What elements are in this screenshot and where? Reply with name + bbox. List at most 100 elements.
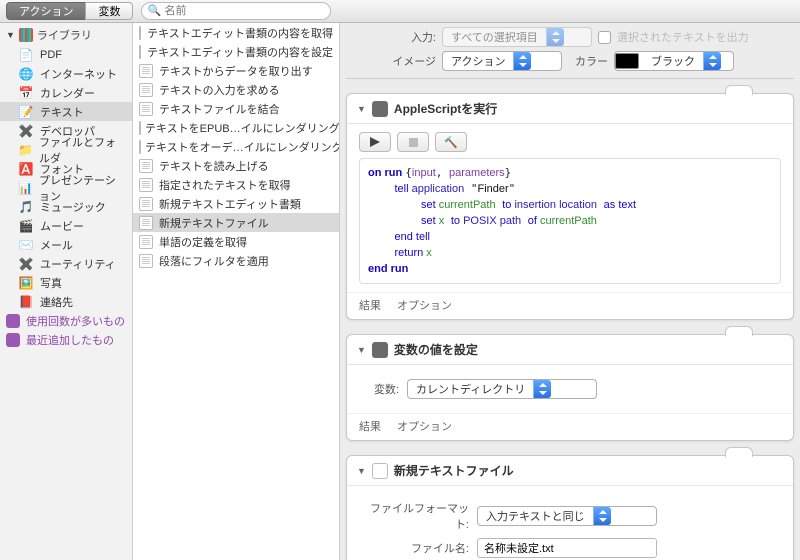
filename-label: ファイル名: [359, 540, 469, 556]
action-icon [139, 83, 153, 97]
compile-script-button[interactable]: 🔨 [435, 132, 467, 152]
input-select[interactable]: すべての選択項目 [442, 27, 592, 47]
image-select[interactable]: アクション [442, 51, 562, 71]
options-tab[interactable]: オプション [397, 297, 452, 313]
format-label: ファイルフォーマット: [359, 500, 469, 532]
action-label: 指定されたテキストを取得 [159, 177, 291, 193]
library-item-icon: ✖️ [18, 123, 34, 139]
format-select[interactable]: 入力テキストと同じ [477, 506, 657, 526]
action-item[interactable]: テキストエディット書類の内容を設定 [133, 42, 339, 61]
action-item[interactable]: 指定されたテキストを取得 [133, 175, 339, 194]
tab-variables[interactable]: 変数 [85, 2, 133, 20]
results-tab[interactable]: 結果 [359, 297, 381, 313]
step-run-applescript[interactable]: ▼ AppleScriptを実行 🔨 on run {input, parame… [346, 93, 794, 320]
image-label: イメージ [352, 53, 436, 69]
action-item[interactable]: 新規テキストエディット書類 [133, 194, 339, 213]
step-new-text-file[interactable]: ▼ 新規テキストファイル ファイルフォーマット: 入力テキストと同じ ファイル名… [346, 455, 794, 560]
applescript-icon [372, 101, 388, 117]
library-item-icon: 🎵 [18, 199, 34, 215]
library-item[interactable]: 📊プレゼンテーション [0, 178, 132, 197]
output-selected-text-label: 選択されたテキストを出力 [617, 29, 749, 45]
action-item[interactable]: テキストファイルを結合 [133, 99, 339, 118]
action-item[interactable]: テキストをEPUB…イルにレンダリング [133, 118, 339, 137]
step-set-variable[interactable]: ▼ 変数の値を設定 変数: カレントディレクトリ 結果 オプション [346, 334, 794, 441]
library-tabs: アクション 変数 [6, 2, 133, 20]
action-list: テキストエディット書類の内容を取得テキストエディット書類の内容を設定テキストから… [133, 23, 340, 560]
action-item[interactable]: テキストをオーデ…イルにレンダリング [133, 137, 339, 156]
library-item[interactable]: ✖️ユーティリティ [0, 254, 132, 273]
action-icon [139, 178, 153, 192]
stop-script-button[interactable] [397, 132, 429, 152]
action-item[interactable]: テキストを読み上げる [133, 156, 339, 175]
library-item-icon: 🌐 [18, 66, 34, 82]
options-tab[interactable]: オプション [397, 418, 452, 434]
tab-actions[interactable]: アクション [6, 2, 85, 20]
library-item[interactable]: 📅 カレンダー [0, 83, 132, 102]
library-icon [19, 28, 33, 42]
action-label: テキストエディット書類の内容を設定 [147, 44, 333, 60]
library-item-label: インターネット [40, 66, 117, 82]
workflow-canvas[interactable]: 入力: すべての選択項目 選択されたテキストを出力 イメージ アクション カラー… [340, 23, 800, 560]
library-item-icon: 📅 [18, 85, 34, 101]
disclosure-triangle-icon[interactable]: ▼ [357, 466, 366, 476]
action-label: テキストの入力を求める [159, 82, 280, 98]
disclosure-triangle-icon[interactable]: ▼ [357, 104, 366, 114]
action-label: テキストを読み上げる [159, 158, 269, 174]
library-item-icon: 🎬 [18, 218, 34, 234]
action-item[interactable]: テキストからデータを取り出す [133, 61, 339, 80]
action-item[interactable]: 単語の定義を取得 [133, 232, 339, 251]
library-item[interactable]: 🎬 ムービー [0, 216, 132, 235]
input-label: 入力: [352, 29, 436, 45]
library-item-label: ムービー [40, 218, 84, 234]
library-item[interactable]: ✉️ メール [0, 235, 132, 254]
color-label: カラー [568, 53, 608, 69]
action-icon [139, 254, 153, 268]
search-icon: 🔍 [147, 4, 161, 17]
filename-input[interactable] [477, 538, 657, 558]
action-label: テキストエディット書類の内容を取得 [147, 25, 333, 41]
library-item[interactable]: 📄PDF [0, 45, 132, 64]
applescript-editor[interactable]: on run {input, parameters} tell applicat… [359, 158, 781, 284]
smart-folder[interactable]: 使用回数が多いもの [0, 311, 132, 330]
smart-folder[interactable]: 最近追加したもの [0, 330, 132, 349]
disclosure-triangle-icon[interactable]: ▼ [357, 345, 366, 355]
search-input[interactable] [141, 2, 331, 20]
run-script-button[interactable] [359, 132, 391, 152]
library-item-icon: 🅰️ [18, 161, 34, 177]
library-item[interactable]: 🌐 インターネット [0, 64, 132, 83]
library-item-icon: 📁 [18, 142, 33, 158]
action-item[interactable]: 新規テキストファイル [133, 213, 339, 232]
action-label: テキストをオーデ…イルにレンダリング [145, 139, 339, 155]
step-title: 新規テキストファイル [394, 462, 514, 479]
library-item-label: 写真 [40, 275, 62, 291]
action-icon [139, 159, 153, 173]
results-tab[interactable]: 結果 [359, 418, 381, 434]
smart-folder-icon [6, 333, 20, 347]
library-sidebar: ▼ ライブラリ 📄PDF🌐インターネット📅カレンダー📝テキスト✖️デベロッパ📁フ… [0, 23, 133, 560]
action-icon [139, 235, 153, 249]
smart-folder-label: 使用回数が多いもの [26, 313, 125, 329]
textfile-icon [372, 463, 388, 479]
action-item[interactable]: 段落にフィルタを適用 [133, 251, 339, 270]
action-label: テキストをEPUB…イルにレンダリング [145, 120, 339, 136]
action-item[interactable]: テキストエディット書類の内容を取得 [133, 23, 339, 42]
color-select[interactable]: ブラック [614, 51, 734, 71]
smart-folder-label: 最近追加したもの [26, 332, 114, 348]
action-label: 新規テキストファイル [159, 215, 269, 231]
library-item-label: メール [40, 237, 73, 253]
library-header[interactable]: ▼ ライブラリ [0, 23, 132, 45]
action-item[interactable]: テキストの入力を求める [133, 80, 339, 99]
step-title: AppleScriptを実行 [394, 100, 497, 117]
action-icon [139, 102, 153, 116]
library-item[interactable]: 📝テキスト [0, 102, 132, 121]
library-item[interactable]: 📕連絡先 [0, 292, 132, 311]
library-item-icon: ✉️ [18, 237, 34, 253]
action-icon [139, 45, 141, 59]
library-item[interactable]: 🖼️写真 [0, 273, 132, 292]
step-title: 変数の値を設定 [394, 341, 478, 358]
output-selected-text-checkbox[interactable] [598, 31, 611, 44]
library-item-label: カレンダー [40, 85, 95, 101]
variable-select[interactable]: カレントディレクトリ [407, 379, 597, 399]
variable-icon [372, 342, 388, 358]
library-item[interactable]: 📁ファイルとフォルダ [0, 140, 132, 159]
